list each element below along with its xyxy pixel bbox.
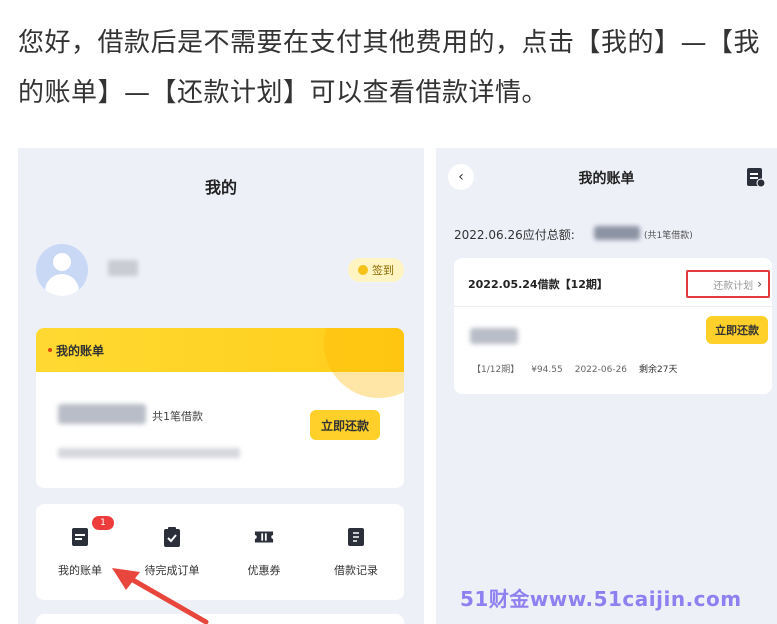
watermark: 51财金www.51caijin.com [460, 587, 742, 611]
clipboard-icon [164, 527, 180, 547]
right-screen-my-bill: ‹ 我的账单 2022.06.26应付总额: (共1笔借款) 2022.05.2… [436, 148, 777, 624]
amount-blurred [58, 404, 146, 424]
next-card-partial [36, 614, 404, 624]
loan-card: 2022.05.24借款【12期】 还款计划 › 立即还款 【1/12期】 ¥94… [454, 258, 772, 394]
repay-now-button[interactable]: 立即还款 [706, 316, 768, 344]
repay-now-button[interactable]: 立即还款 [310, 410, 380, 440]
bill-card-header: 我的账单 [36, 328, 404, 398]
repayment-plan-label: 还款计划 [713, 280, 754, 292]
menu-item-coupons[interactable]: 优惠券 [224, 526, 304, 578]
total-due-amount-blurred [594, 226, 640, 240]
username-blurred [108, 260, 138, 276]
page-title: 我的账单 [578, 171, 635, 187]
coin-icon [358, 265, 368, 275]
chevron-right-icon: › [757, 277, 762, 291]
checkin-label: 签到 [372, 264, 394, 277]
pointer-arrow-icon [112, 568, 209, 624]
total-due-label: 2022.06.26应付总额: [454, 228, 575, 242]
page-title: 我的 [204, 178, 237, 197]
avatar[interactable] [36, 244, 88, 296]
installment-due-date: 2022-06-26 [574, 365, 628, 375]
menu-item-label: 借款记录 [334, 564, 378, 577]
unread-badge: 1 [92, 516, 114, 530]
bill-card-title: 我的账单 [56, 343, 105, 358]
installment-period: 【1/12期】 [472, 365, 520, 375]
divider [454, 306, 772, 307]
record-icon [348, 528, 364, 546]
instruction-text: 您好，借款后是不需要在支付其他费用的，点击【我的】—【我的账单】—【还款计划】可… [18, 28, 761, 108]
bill-icon [72, 528, 88, 546]
checkin-button[interactable]: 签到 [348, 258, 404, 282]
due-info-blurred [58, 448, 240, 458]
repayment-plan-link[interactable]: 还款计划 › [686, 270, 770, 298]
loan-amount-blurred [470, 328, 518, 344]
menu-item-label: 优惠券 [247, 564, 281, 577]
coupon-icon [254, 531, 274, 543]
loan-count: 共1笔借款 [152, 410, 203, 423]
bill-card[interactable]: 我的账单 共1笔借款 立即还款 [36, 328, 404, 488]
installment-amount: ¥94.55 [531, 365, 563, 375]
total-due-count: (共1笔借款) [644, 231, 693, 241]
days-remaining: 剩余27天 [639, 365, 678, 375]
loan-date: 2022.05.24借款【12期】 [468, 278, 608, 291]
installment-info: 【1/12期】 ¥94.55 2022-06-26 剩余27天 [472, 362, 677, 375]
left-screen-my-page: 我的 签到 我的账单 共1笔借款 立即还款 1 我的账单 待完成订单 优惠券 借… [18, 148, 424, 624]
menu-item-loan-records[interactable]: 借款记录 [316, 526, 396, 578]
shortcut-menu: 1 我的账单 待完成订单 优惠券 借款记录 [36, 504, 404, 600]
document-icon[interactable] [745, 166, 765, 188]
